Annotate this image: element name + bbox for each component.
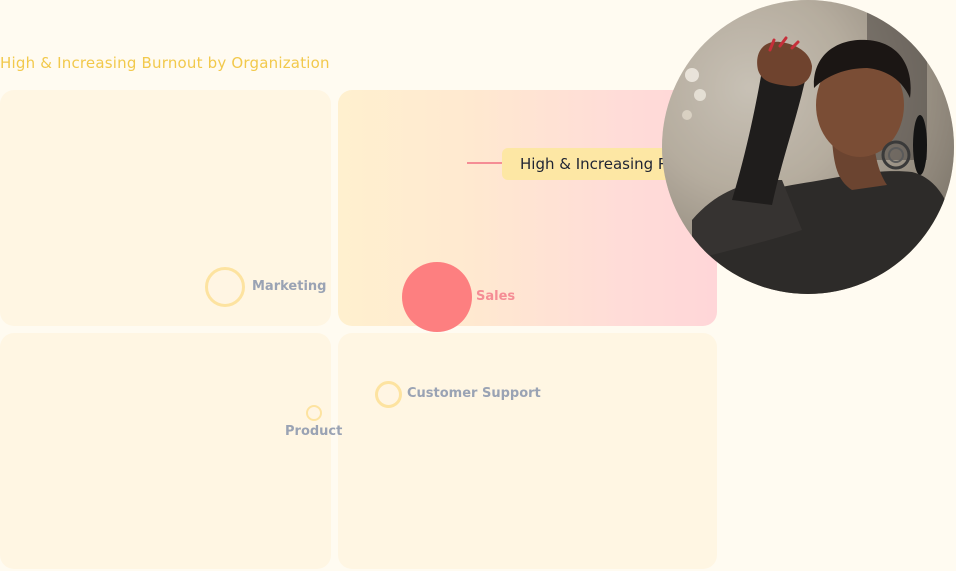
photo-illustration: [662, 0, 954, 294]
bubble-sales[interactable]: [402, 262, 472, 332]
bubble-customer-support[interactable]: [375, 381, 402, 408]
bubble-marketing[interactable]: [205, 267, 245, 307]
label-marketing: Marketing: [252, 279, 327, 294]
stressed-person-photo: [662, 0, 954, 294]
bubble-product[interactable]: [306, 405, 322, 421]
chart-title: High & Increasing Burnout by Organizatio…: [0, 54, 330, 72]
quadrant-bottom-left: [0, 333, 331, 569]
quadrant-top-right-highlight: [338, 90, 717, 326]
label-customer-support: Customer Support: [407, 386, 541, 401]
label-product: Product: [285, 424, 343, 439]
label-sales: Sales: [476, 289, 516, 304]
quadrant-bottom-right: [338, 333, 717, 569]
